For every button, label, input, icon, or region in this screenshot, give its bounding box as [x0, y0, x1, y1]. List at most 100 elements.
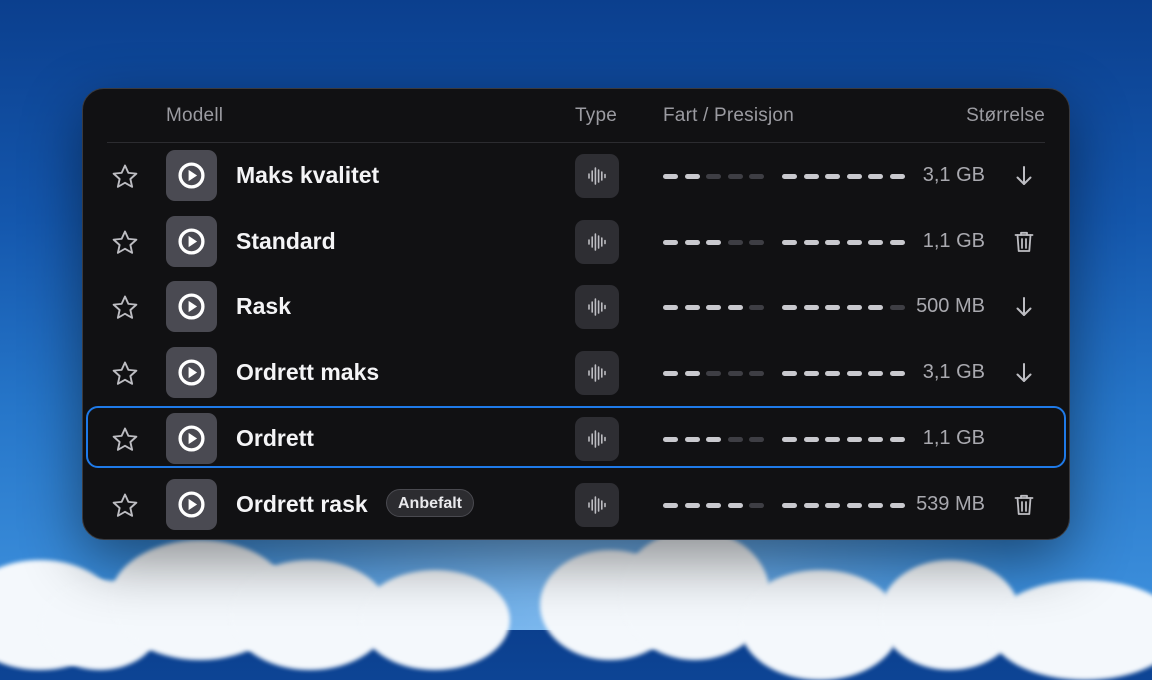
precision-segment [825, 305, 840, 310]
speed-segment [749, 174, 764, 179]
precision-segment [846, 371, 862, 376]
speed-segment [684, 371, 700, 376]
header-size: Størrelse [966, 105, 1045, 126]
star-icon[interactable] [110, 359, 140, 389]
star-icon[interactable] [110, 162, 140, 192]
model-row[interactable]: Ordrett maks 3,1 GB [83, 342, 1069, 404]
waveform-icon [575, 417, 619, 461]
header-type: Type [575, 105, 617, 126]
precision-segment [803, 240, 819, 245]
model-play-icon [166, 216, 217, 267]
speed-segment [684, 305, 700, 310]
model-size: 1,1 GB [922, 427, 985, 449]
speed-segment [684, 503, 700, 508]
precision-segment [889, 240, 905, 245]
model-row[interactable]: Standard 1,1 GB [83, 211, 1069, 273]
model-name: Ordrett rask [236, 491, 368, 517]
download-icon[interactable] [1012, 163, 1036, 189]
speed-segment [663, 240, 678, 245]
model-row[interactable]: Maks kvalitet 3,1 GB [83, 145, 1069, 207]
model-row[interactable]: Rask 500 MB [83, 276, 1069, 338]
speed-precision-meter [663, 305, 905, 310]
header-speed-precision: Fart / Presisjon [663, 105, 794, 126]
trash-icon[interactable] [1012, 229, 1036, 255]
precision-segment [782, 305, 797, 310]
star-icon[interactable] [110, 425, 140, 455]
speed-segment [684, 437, 700, 442]
model-size: 3,1 GB [922, 361, 985, 383]
model-play-icon [166, 413, 217, 464]
precision-segment [803, 174, 819, 179]
precision-segment [846, 503, 862, 508]
speed-segment [727, 503, 743, 508]
star-icon[interactable] [110, 228, 140, 258]
table-header: Modell Type Fart / Presisjon Størrelse [83, 89, 1069, 143]
waveform-icon [575, 220, 619, 264]
speed-precision-meter [663, 437, 905, 442]
star-icon[interactable] [110, 491, 140, 521]
speed-segment [727, 174, 743, 179]
model-size: 500 MB [916, 295, 985, 317]
speed-segment [706, 437, 721, 442]
waveform-icon [575, 285, 619, 329]
recommended-badge: Anbefalt [386, 489, 474, 517]
model-list-panel: Modell Type Fart / Presisjon Størrelse M… [82, 88, 1070, 540]
model-play-icon [166, 150, 217, 201]
precision-segment [825, 240, 840, 245]
speed-segment [706, 305, 721, 310]
speed-segment [749, 240, 764, 245]
precision-segment [889, 305, 905, 310]
model-name: Maks kvalitet [236, 162, 380, 188]
model-play-icon [166, 281, 217, 332]
speed-precision-meter [663, 371, 905, 376]
model-size: 3,1 GB [922, 164, 985, 186]
model-name: Ordrett maks [236, 359, 380, 385]
download-icon[interactable] [1012, 294, 1036, 320]
precision-segment [825, 174, 840, 179]
precision-segment [868, 240, 883, 245]
precision-segment [846, 240, 862, 245]
waveform-icon [575, 483, 619, 527]
header-model: Modell [166, 105, 224, 126]
speed-segment [663, 371, 678, 376]
precision-segment [846, 174, 862, 179]
header-divider [107, 142, 1045, 143]
speed-segment [663, 503, 678, 508]
speed-segment [727, 371, 743, 376]
precision-segment [803, 371, 819, 376]
speed-segment [727, 240, 743, 245]
trash-icon[interactable] [1012, 492, 1036, 518]
speed-precision-meter [663, 174, 905, 179]
download-icon[interactable] [1012, 360, 1036, 386]
star-icon[interactable] [110, 293, 140, 323]
precision-segment [846, 437, 862, 442]
speed-segment [706, 174, 721, 179]
model-size: 539 MB [916, 493, 985, 515]
model-play-icon [166, 479, 217, 530]
speed-segment [684, 240, 700, 245]
precision-segment [889, 503, 905, 508]
precision-segment [803, 437, 819, 442]
precision-segment [889, 371, 905, 376]
speed-segment [663, 437, 678, 442]
speed-segment [706, 240, 721, 245]
speed-segment [749, 503, 764, 508]
speed-segment [684, 174, 700, 179]
speed-segment [663, 305, 678, 310]
precision-segment [868, 371, 883, 376]
speed-precision-meter [663, 503, 905, 508]
speed-segment [749, 437, 764, 442]
speed-segment [727, 305, 743, 310]
model-row[interactable]: Ordrett rask Anbefalt 539 MB [83, 474, 1069, 536]
precision-segment [868, 437, 883, 442]
precision-segment [825, 503, 840, 508]
model-play-icon [166, 347, 217, 398]
precision-segment [782, 371, 797, 376]
precision-segment [782, 503, 797, 508]
model-row[interactable]: Ordrett 1,1 GB [83, 406, 1069, 470]
precision-segment [889, 437, 905, 442]
precision-segment [782, 437, 797, 442]
speed-segment [706, 503, 721, 508]
waveform-icon [575, 154, 619, 198]
speed-segment [727, 437, 743, 442]
